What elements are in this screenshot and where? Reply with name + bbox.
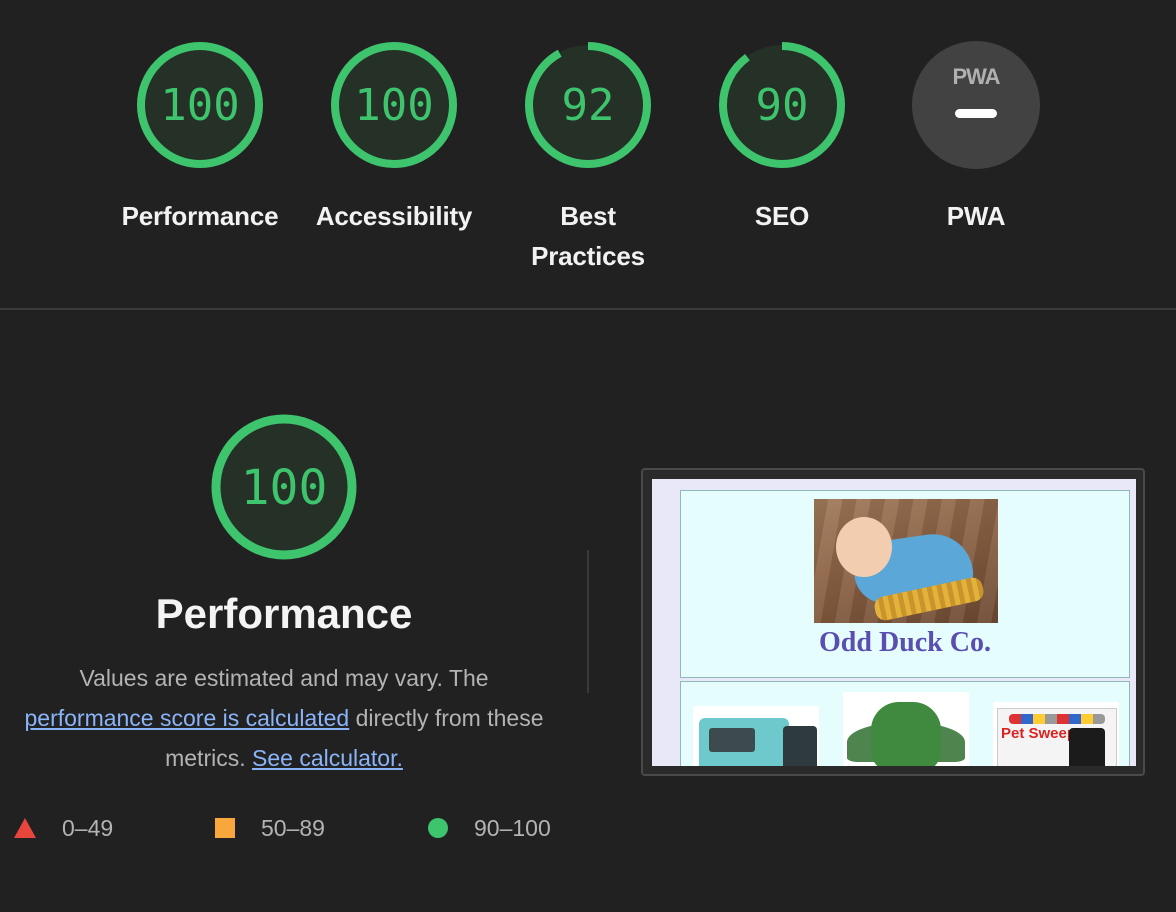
baby-photo xyxy=(814,499,998,623)
gauge-performance[interactable]: 100 Performance xyxy=(103,40,297,236)
gauge-label-line: Practices xyxy=(531,241,645,271)
dash-icon xyxy=(955,109,997,118)
performance-title: Performance xyxy=(155,590,413,637)
see-calculator-link[interactable]: See calculator. xyxy=(252,745,403,771)
legend-pass: 90–100 xyxy=(428,808,551,848)
product-image-dragon-figure xyxy=(843,692,969,766)
desc-text: Values are estimated and may vary. The xyxy=(79,665,489,691)
screenshot-image: Odd Duck Co. Pet Sweep xyxy=(652,479,1136,766)
site-brand: Odd Duck Co. xyxy=(819,627,991,658)
gauge-accessibility[interactable]: 100 Accessibility xyxy=(297,40,491,236)
gauge-ring: 100 xyxy=(331,42,457,168)
legend-range: 0–49 xyxy=(62,814,114,841)
legend-average: 50–89 xyxy=(215,808,325,848)
final-screenshot[interactable]: Odd Duck Co. Pet Sweep xyxy=(641,468,1145,776)
triangle-icon xyxy=(14,818,36,838)
gauge-label: PWA xyxy=(946,201,1006,231)
pwa-badge: PWA xyxy=(912,41,1040,169)
gauge-pwa[interactable]: PWA PWA xyxy=(879,40,1073,236)
gauge-seo[interactable]: 90 SEO xyxy=(685,40,879,236)
gauge-label: SEO xyxy=(754,201,810,231)
gauge-label: Accessibility xyxy=(315,201,473,231)
square-icon xyxy=(215,818,235,838)
performance-section: 100 Performance Values are estimated and… xyxy=(0,310,1176,912)
gauge-score: 90 xyxy=(756,80,809,131)
vertical-divider xyxy=(587,550,589,693)
product-image-breakfast-station xyxy=(693,706,819,766)
performance-score: 100 xyxy=(241,460,328,516)
gauge-ring: 92 xyxy=(525,42,651,168)
performance-gauge-large: 100 xyxy=(210,413,358,566)
gauge-label-line: Best xyxy=(560,201,616,231)
score-legend: 0–49 50–89 90–100 xyxy=(0,808,600,848)
gauge-label: Performance xyxy=(121,201,279,231)
legend-range: 50–89 xyxy=(261,814,325,841)
site-header: Odd Duck Co. xyxy=(680,490,1130,678)
gauge-score: 100 xyxy=(354,80,433,131)
gauge-score: 100 xyxy=(160,80,239,131)
product-row: Pet Sweep xyxy=(680,681,1130,766)
pwa-logo-icon: PWA xyxy=(952,64,1000,89)
product-text: Pet Sweep xyxy=(1001,725,1077,742)
circle-icon xyxy=(428,818,448,838)
gauge-ring: 90 xyxy=(719,42,845,168)
gauge-ring: 100 xyxy=(211,414,357,560)
performance-description: Values are estimated and may vary. The p… xyxy=(24,658,544,778)
product-image-pet-sweep: Pet Sweep xyxy=(993,702,1119,766)
legend-range: 90–100 xyxy=(474,814,551,841)
gauge-label: Best Practices xyxy=(491,196,685,276)
gauge-ring: 100 xyxy=(137,42,263,168)
category-gauges: 100 Performance 100 Accessibility 92 Bes… xyxy=(0,0,1176,308)
gauge-best-practices[interactable]: 92 Best Practices xyxy=(491,40,685,276)
gauge-score: 92 xyxy=(562,80,615,131)
score-calculation-link[interactable]: performance score is calculated xyxy=(24,705,349,731)
legend-fail: 0–49 xyxy=(14,808,113,848)
